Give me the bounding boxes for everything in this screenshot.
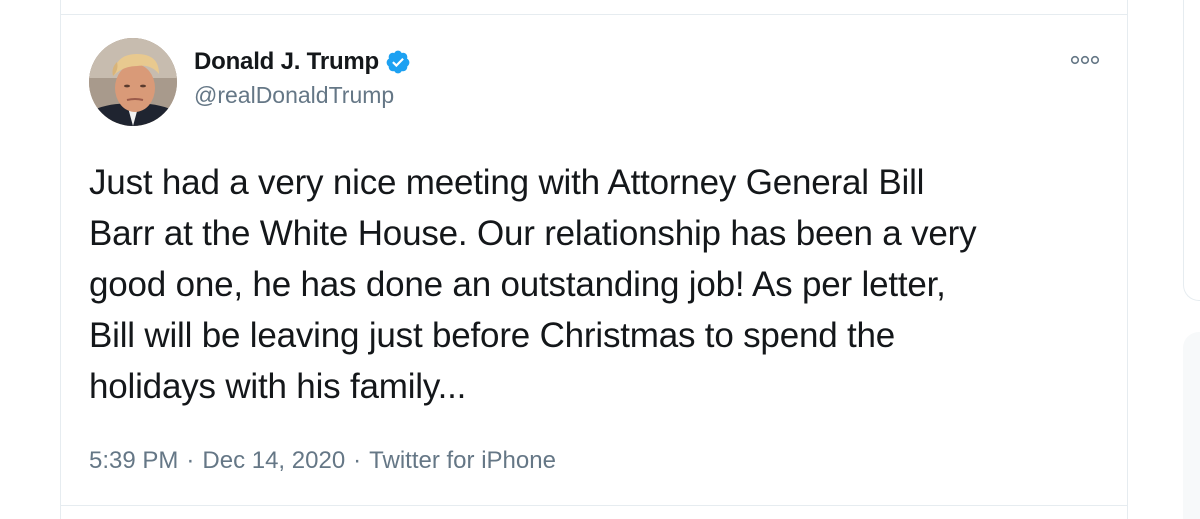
tweet-page: Donald J. Trump @realDonaldTrump Just ha…	[0, 0, 1200, 519]
tweet-text-line: Barr at the White House. Our relationshi…	[89, 214, 977, 253]
tweet-time[interactable]: 5:39 PM	[89, 447, 178, 475]
avatar[interactable]	[89, 38, 177, 126]
display-name[interactable]: Donald J. Trump	[194, 48, 379, 76]
tweet-text-line: Just had a very nice meeting with Attorn…	[89, 163, 925, 202]
tweet-date[interactable]: Dec 14, 2020	[202, 447, 345, 475]
sidebar-panel	[1183, 0, 1200, 301]
tweet-metadata: 5:39 PM · Dec 14, 2020 · Twitter for iPh…	[89, 447, 556, 475]
column-divider-right	[1127, 0, 1128, 519]
more-options-icon[interactable]	[1068, 52, 1102, 68]
tweet-text-line: holidays with his family...	[89, 367, 467, 406]
tweet-top-border	[61, 14, 1127, 15]
sidebar-panel-lower	[1183, 332, 1200, 519]
tweet-text-line: Bill will be leaving just before Christm…	[89, 316, 896, 355]
tweet-source-link[interactable]: Twitter for iPhone	[369, 447, 556, 475]
tweet-text-line: good one, he has done an outstanding job…	[89, 265, 946, 304]
verified-badge-icon	[385, 49, 411, 75]
tweet-text: Just had a very nice meeting with Attorn…	[89, 157, 1109, 412]
tweet-bottom-border	[61, 505, 1127, 506]
author-name-row[interactable]: Donald J. Trump	[194, 46, 411, 78]
meta-separator: ·	[186, 447, 195, 474]
column-divider-left	[60, 0, 61, 519]
author-handle[interactable]: @realDonaldTrump	[194, 82, 394, 109]
avatar-image	[89, 38, 177, 126]
meta-separator: ·	[353, 447, 362, 474]
